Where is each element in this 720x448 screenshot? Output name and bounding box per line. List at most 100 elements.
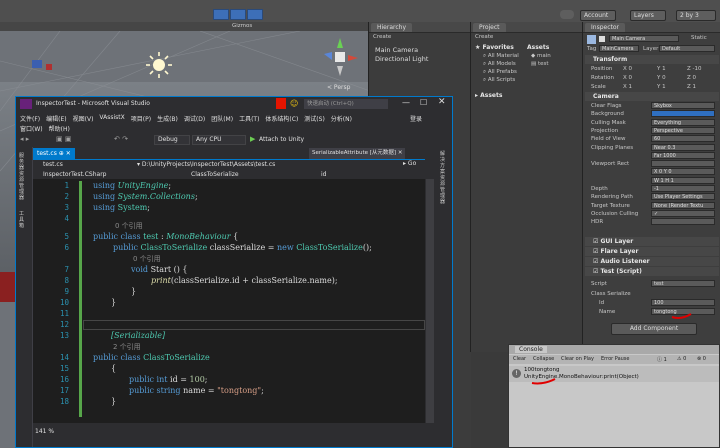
camera-component-header[interactable]: Camera — [585, 92, 719, 101]
account-dropdown[interactable]: Account — [580, 10, 616, 21]
persp-label[interactable]: < Persp — [327, 84, 350, 91]
menu-item[interactable]: 调试(D) — [184, 114, 205, 123]
id-field[interactable]: 100 — [651, 299, 715, 306]
console-error-count[interactable]: ⊗ 0 — [697, 356, 706, 362]
tab-test-cs[interactable]: test.cs ⊕ ✕ — [33, 148, 75, 159]
pause-button[interactable] — [230, 9, 246, 20]
tab-inspector[interactable]: Inspector — [585, 23, 625, 32]
feedback-smiley-icon[interactable]: ☺ — [290, 99, 298, 108]
menu-item[interactable]: 窗口(W) — [20, 124, 43, 133]
quick-launch-input[interactable]: 快速启动 (Ctrl+Q) — [304, 99, 388, 109]
active-checkbox[interactable] — [599, 36, 605, 42]
menu-item[interactable]: 工具(T) — [239, 114, 259, 123]
transform-component-header[interactable]: Transform — [585, 55, 719, 64]
camera-gizmo-icon[interactable] — [32, 60, 42, 68]
transform-x-field[interactable]: X 1 — [623, 83, 632, 91]
component-header[interactable]: ☑ Test (Script) — [585, 267, 719, 276]
zoom-level[interactable]: 141 % — [35, 428, 54, 435]
nav-path[interactable]: ▾ D:\UnityProjects\InspectorTest\Assets\… — [137, 161, 275, 168]
project-create-button[interactable]: Create — [475, 34, 493, 40]
camera-row-value[interactable]: W 1 H 1 — [651, 176, 715, 184]
attach-to-unity-button[interactable]: Attach to Unity — [259, 136, 304, 143]
notification-flag-icon[interactable] — [276, 98, 286, 109]
menu-item[interactable]: 视图(V) — [73, 114, 94, 123]
start-icon[interactable]: ▶ — [250, 135, 255, 143]
camera-row-value[interactable]: Far 1000 — [651, 151, 715, 159]
configuration-dropdown[interactable]: Debug — [154, 135, 190, 145]
codelens-references[interactable]: 0 个引用 — [115, 221, 143, 231]
favorites-header[interactable]: ★ Favorites — [475, 44, 514, 51]
nav-member[interactable]: id — [321, 171, 326, 178]
camera-row-value[interactable] — [651, 218, 715, 226]
layout-dropdown[interactable]: 2 by 3 — [676, 10, 716, 21]
menu-item[interactable]: 生成(B) — [157, 114, 178, 123]
console-error-pause-button[interactable]: Error Pause — [601, 356, 629, 362]
camera-row-value[interactable] — [651, 110, 715, 118]
transform-z-field[interactable]: Z 0 — [687, 74, 696, 82]
asset-item[interactable]: ▤ test — [531, 61, 549, 67]
codelens-references[interactable]: 2 个引用 — [113, 342, 141, 352]
camera-row-value[interactable]: Near 0.3 — [651, 143, 715, 151]
nav-class[interactable]: ClassToSerialize — [191, 171, 239, 178]
sun-icon[interactable] — [146, 52, 172, 78]
tab-console[interactable]: Console — [515, 346, 547, 353]
console-warning-count[interactable]: ⚠ 0 — [677, 356, 686, 362]
camera-row-value[interactable]: None (Render Textu — [651, 201, 715, 209]
side-tab-server-explorer[interactable]: 服务器资源管理器 — [19, 153, 27, 201]
tab-hierarchy[interactable]: Hierarchy — [371, 23, 413, 32]
tag-dropdown[interactable]: MainCamera — [599, 45, 639, 52]
tab-close-icon[interactable]: ⊕ ✕ — [59, 150, 71, 157]
script-field[interactable]: test — [651, 280, 715, 287]
camera-row-value[interactable]: 60 — [651, 135, 715, 143]
asset-item[interactable]: ◆ main — [531, 53, 551, 59]
camera-gizmo-icon[interactable] — [46, 64, 52, 70]
cloud-icon[interactable] — [560, 10, 574, 19]
transform-z-field[interactable]: Z 1 — [687, 83, 696, 91]
console-clear-button[interactable]: Clear — [513, 356, 526, 362]
side-tab-toolbox[interactable]: 工具箱 — [19, 211, 27, 229]
add-component-button[interactable]: Add Component — [611, 323, 697, 335]
nav-file[interactable]: test.cs — [43, 161, 63, 168]
transform-y-field[interactable]: Y 1 — [657, 65, 666, 73]
orientation-gizmo[interactable] — [320, 36, 360, 80]
camera-row-value[interactable]: Perspective — [651, 126, 715, 134]
camera-row-value[interactable]: ✓ — [651, 209, 715, 217]
layer-dropdown[interactable]: Default — [659, 45, 715, 52]
side-tab-solution-explorer[interactable]: 解决方案资源管理器 — [440, 151, 448, 205]
favorites-item[interactable]: ⌕ All Scripts — [483, 77, 515, 84]
console-log-count[interactable]: ⓘ 1 — [657, 356, 667, 363]
tab-serializable-attribute[interactable]: SerializableAttribute [从元数据] ✕ — [309, 148, 406, 159]
component-header[interactable]: ☑ Audio Listener — [585, 257, 719, 266]
minimize-button[interactable]: — — [402, 98, 410, 107]
platform-dropdown[interactable]: Any CPU — [192, 135, 246, 145]
assets-folder[interactable]: ▸ Assets — [475, 92, 502, 99]
class-serialize-label[interactable]: Class Serialize — [591, 290, 631, 298]
save-icon[interactable]: ▣ ▣ — [56, 135, 71, 143]
code-editor[interactable]: 1 2 3 4 5 6 7 8 9 10 11 12 13 14 15 16 17 18 using UnityE… — [33, 179, 425, 423]
transform-z-field[interactable]: Z -10 — [687, 65, 702, 73]
transform-y-field[interactable]: Y 1 — [657, 83, 666, 91]
hierarchy-create-button[interactable]: Create — [373, 34, 391, 40]
component-header[interactable]: ☑ Flare Layer — [585, 247, 719, 256]
menu-item[interactable]: 测试(S) — [304, 114, 325, 123]
play-button[interactable] — [213, 9, 229, 20]
transform-x-field[interactable]: X 0 — [623, 74, 632, 82]
transform-x-field[interactable]: X 0 — [623, 65, 632, 73]
camera-row-value[interactable] — [651, 160, 715, 168]
maximize-button[interactable]: ☐ — [420, 98, 427, 107]
menu-item[interactable]: VAssistX — [99, 114, 124, 123]
favorites-item[interactable]: ⌕ All Models — [483, 61, 516, 68]
go-button[interactable]: ▸ Go — [403, 160, 416, 167]
menu-item[interactable]: 分析(N) — [331, 114, 352, 123]
tab-project[interactable]: Project — [473, 23, 506, 32]
login-link[interactable]: 登录 — [410, 114, 422, 123]
codelens-references[interactable]: 0 个引用 — [133, 254, 161, 264]
camera-row-value[interactable]: Use Player Settings — [651, 193, 715, 201]
hierarchy-item[interactable]: Main Camera — [375, 46, 418, 54]
menu-item[interactable]: 项目(P) — [131, 114, 151, 123]
object-name-field[interactable]: Main Camera — [609, 35, 679, 42]
gizmos-dropdown[interactable]: Gizmos — [232, 23, 252, 29]
favorites-item[interactable]: ⌕ All Prefabs — [483, 69, 517, 76]
camera-row-value[interactable]: Everything — [651, 118, 715, 126]
step-button[interactable] — [247, 9, 263, 20]
